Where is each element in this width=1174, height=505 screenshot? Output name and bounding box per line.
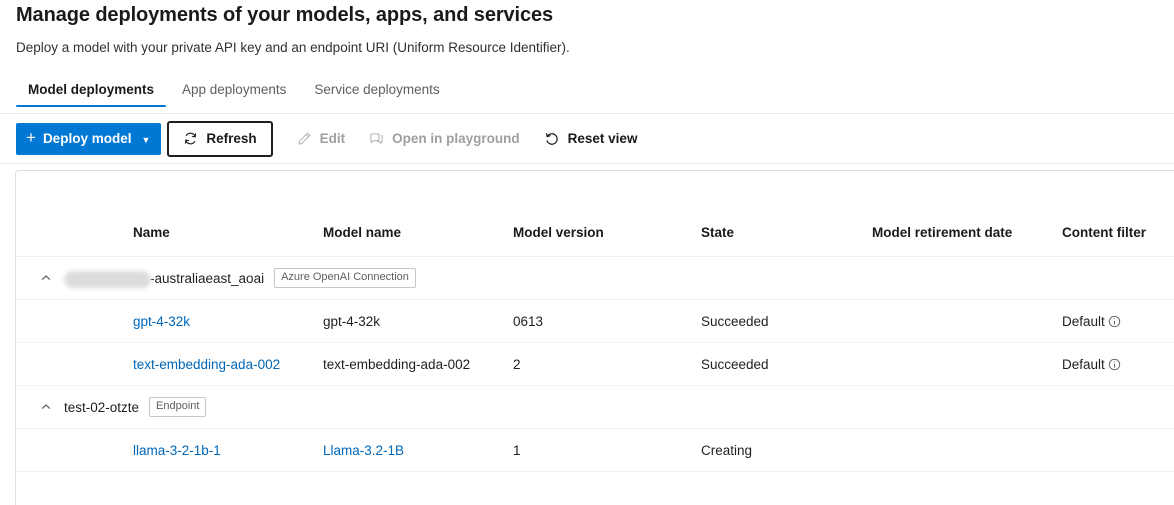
tab-label: Model deployments — [28, 82, 155, 97]
model-version: 1 — [513, 442, 521, 458]
reset-view-button[interactable]: Reset view — [532, 122, 650, 156]
group-name: test-02-otzte — [64, 399, 140, 415]
info-icon[interactable] — [1108, 315, 1121, 328]
edit-label: Edit — [319, 131, 346, 146]
table-row-empty — [16, 472, 1174, 505]
refresh-icon — [183, 131, 198, 146]
tab-label: App deployments — [182, 82, 287, 97]
refresh-button[interactable]: Refresh — [167, 120, 273, 157]
tab-model-deployments[interactable]: Model deployments — [14, 80, 168, 107]
deploy-model-label: Deploy model — [42, 131, 132, 146]
table-group-row[interactable]: -australiaeast_aoai Azure OpenAI Connect… — [16, 257, 1174, 300]
table-row[interactable]: gpt-4-32k gpt-4-32k 0613 Succeeded Defau… — [16, 300, 1174, 343]
group-name-suffix: -australiaeast_aoai — [150, 270, 265, 286]
chevron-up-icon[interactable] — [38, 399, 54, 415]
state: Creating — [701, 442, 753, 458]
column-header-content-filter: Content filter — [1062, 225, 1146, 240]
column-header-retirement-date: Model retirement date — [872, 225, 1013, 240]
group-name: -australiaeast_aoai — [64, 270, 265, 288]
deployment-name-link[interactable]: text-embedding-ada-002 — [133, 357, 323, 372]
info-icon[interactable] — [1108, 358, 1121, 371]
model-version: 2 — [513, 356, 521, 372]
refresh-label: Refresh — [206, 131, 257, 146]
table-group-row[interactable]: test-02-otzte Endpoint — [16, 386, 1174, 429]
content-filter-cell: Default — [1062, 357, 1174, 372]
state: Succeeded — [701, 313, 769, 329]
plus-icon: + — [26, 128, 36, 147]
tab-app-deployments[interactable]: App deployments — [168, 80, 300, 107]
column-header-name: Name — [133, 225, 170, 240]
model-name: text-embedding-ada-002 — [323, 356, 471, 372]
group-badge: Azure OpenAI Connection — [274, 268, 416, 288]
group-header-cell: -australiaeast_aoai Azure OpenAI Connect… — [16, 268, 416, 288]
group-badge: Endpoint — [149, 397, 207, 417]
column-header-model-name: Model name — [323, 225, 402, 240]
group-header-cell: test-02-otzte Endpoint — [16, 397, 207, 417]
tab-list: Model deployments App deployments Servic… — [14, 80, 454, 107]
redacted-name — [64, 270, 151, 288]
reset-view-label: Reset view — [567, 131, 638, 146]
playground-icon — [369, 131, 384, 146]
table-row[interactable]: llama-3-2-1b-1 Llama-3.2-1B 1 Creating — [16, 429, 1174, 472]
content-filter-cell: Default — [1062, 314, 1174, 329]
chevron-down-icon: ▼ — [141, 134, 151, 145]
deployment-name-link[interactable]: gpt-4-32k — [133, 314, 323, 329]
page-subtitle: Deploy a model with your private API key… — [16, 40, 570, 55]
chevron-up-icon[interactable] — [38, 270, 54, 286]
page-title: Manage deployments of your models, apps,… — [16, 4, 554, 26]
deployment-name-link[interactable]: llama-3-2-1b-1 — [133, 443, 323, 458]
content-filter-value: Default — [1062, 356, 1105, 372]
tab-label: Service deployments — [314, 82, 440, 97]
open-in-playground-button[interactable]: Open in playground — [357, 122, 532, 156]
column-header-model-version: Model version — [513, 225, 604, 240]
open-in-playground-label: Open in playground — [392, 131, 520, 146]
content-filter-value: Default — [1062, 313, 1105, 329]
column-header-state: State — [701, 225, 735, 240]
pencil-icon — [297, 131, 312, 146]
table-header-row: Name Model name Model version State Mode… — [16, 171, 1174, 257]
tab-service-deployments[interactable]: Service deployments — [300, 80, 453, 107]
model-name: gpt-4-32k — [323, 313, 381, 329]
model-version: 0613 — [513, 313, 544, 329]
deployments-page: Manage deployments of your models, apps,… — [0, 0, 1174, 505]
model-name-link[interactable]: Llama-3.2-1B — [323, 443, 513, 458]
command-bar: + Deploy model ▼ Refresh Edit Open in pl… — [0, 114, 1174, 164]
state: Succeeded — [701, 356, 769, 372]
deployments-table: Name Model name Model version State Mode… — [15, 170, 1174, 505]
table-row[interactable]: text-embedding-ada-002 text-embedding-ad… — [16, 343, 1174, 386]
edit-button[interactable]: Edit — [285, 122, 358, 156]
reset-icon — [544, 131, 560, 147]
deploy-model-button[interactable]: + Deploy model ▼ — [16, 122, 162, 155]
